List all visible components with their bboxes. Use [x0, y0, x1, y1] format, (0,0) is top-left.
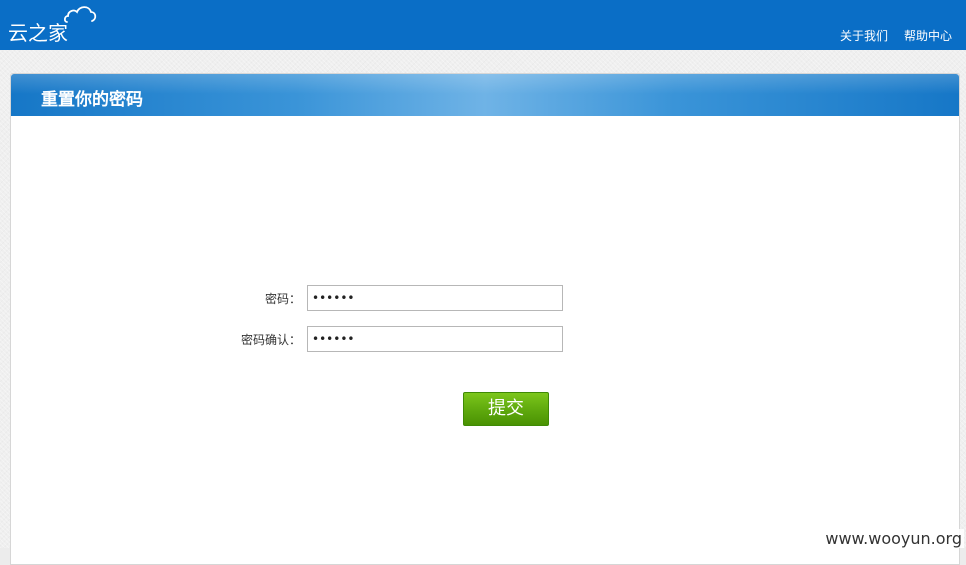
password-row: 密码： — [211, 285, 563, 311]
panel-header: 重置你的密码 — [11, 74, 959, 116]
reset-password-panel: 重置你的密码 密码： 密码确认： 提交 — [10, 73, 960, 565]
confirm-password-label: 密码确认： — [240, 332, 301, 347]
logo[interactable]: 云之家 — [8, 4, 118, 45]
confirm-password-input[interactable] — [307, 326, 563, 352]
password-label: 密码： — [264, 291, 301, 306]
nav-link-help[interactable]: 帮助中心 — [904, 27, 952, 44]
confirm-password-row: 密码确认： — [211, 326, 563, 352]
nav-link-about[interactable]: 关于我们 — [840, 27, 888, 44]
watermark: www.wooyun.org — [823, 529, 964, 548]
cloud-icon — [63, 6, 97, 23]
page-title: 重置你的密码 — [41, 90, 143, 110]
logo-text: 云之家 — [8, 21, 68, 45]
top-bar: 云之家 关于我们 帮助中心 — [0, 0, 966, 50]
top-nav: 关于我们 帮助中心 — [840, 27, 952, 44]
password-input[interactable] — [307, 285, 563, 311]
submit-button[interactable]: 提交 — [463, 392, 549, 426]
